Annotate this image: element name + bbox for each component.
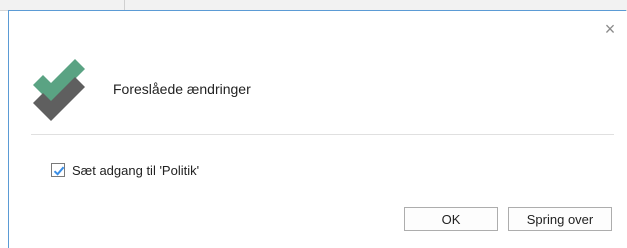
- close-icon[interactable]: ×: [605, 19, 616, 39]
- skip-button[interactable]: Spring over: [508, 207, 612, 231]
- suggested-changes-dialog: × Foreslåede ændringer Sæt adgang til 'P…: [8, 10, 626, 248]
- dialog-header: Foreslåede ændringer: [9, 51, 626, 135]
- grant-access-label: Sæt adgang til 'Politik': [72, 162, 200, 178]
- ok-button[interactable]: OK: [404, 207, 498, 231]
- grant-access-option[interactable]: Sæt adgang til 'Politik': [51, 161, 199, 179]
- parent-window-divider: [124, 0, 125, 10]
- checkmark-icon: [53, 166, 65, 176]
- double-checkmark-icon: [33, 59, 85, 121]
- header-divider: [31, 134, 614, 135]
- dialog-title: Foreslåede ændringer: [113, 81, 251, 97]
- grant-access-checkbox[interactable]: [51, 163, 65, 177]
- close-button[interactable]: ×: [602, 19, 618, 39]
